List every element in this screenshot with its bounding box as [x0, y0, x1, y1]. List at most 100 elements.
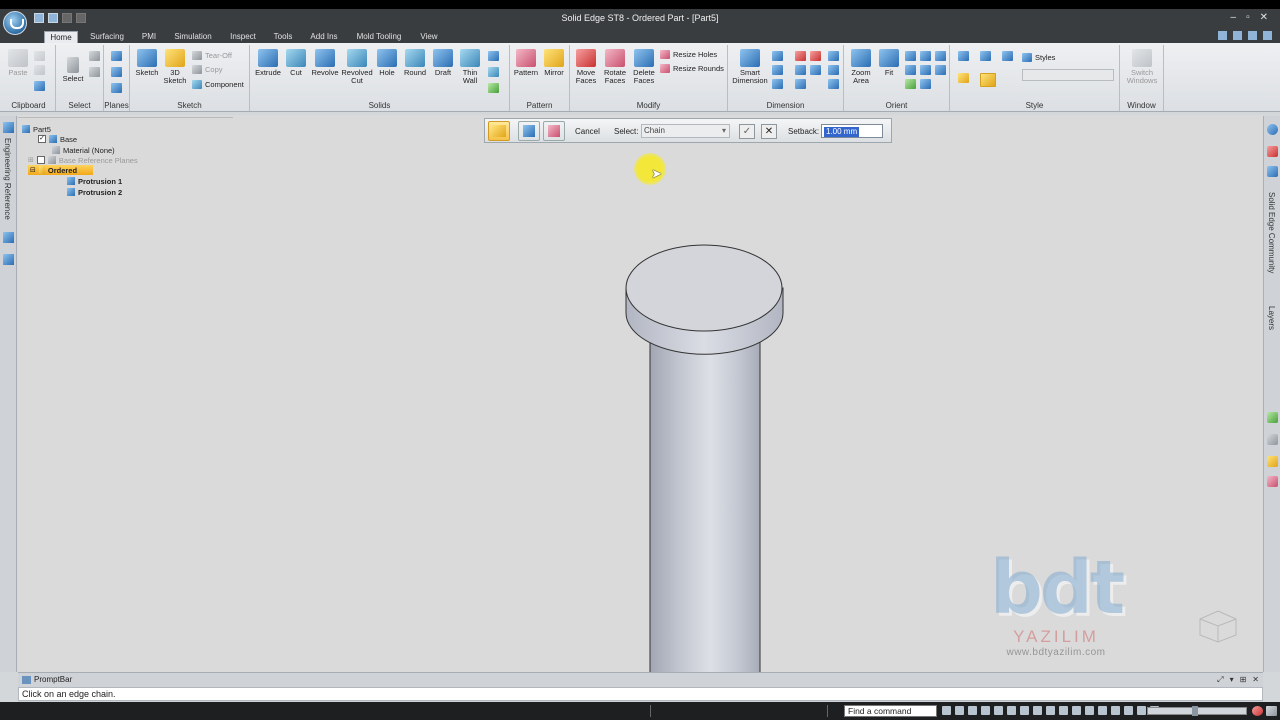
grid-icon[interactable] — [810, 65, 821, 75]
thin-wall-button[interactable]: Thin Wall — [457, 49, 483, 85]
view-3-icon[interactable] — [981, 706, 990, 715]
view-top-icon[interactable] — [935, 65, 946, 75]
maximize-button[interactable]: ▫ — [1246, 12, 1250, 23]
copy-clip-icon[interactable] — [34, 65, 45, 75]
style-dropdown[interactable] — [1022, 69, 1114, 81]
cut-clip-icon[interactable] — [34, 51, 45, 61]
facebook-icon[interactable] — [1267, 166, 1278, 177]
addin-1-icon[interactable] — [1267, 412, 1278, 423]
revolve-button[interactable]: Revolve — [310, 49, 340, 77]
view-2-icon[interactable] — [968, 706, 977, 715]
addin-2-icon[interactable] — [1267, 434, 1278, 445]
text-b-icon[interactable] — [828, 65, 839, 75]
3d-sketch-button[interactable]: 3D Sketch — [162, 49, 188, 85]
draft-button[interactable]: Draft — [431, 49, 455, 77]
select-filter-icon[interactable] — [89, 67, 100, 77]
round-button[interactable]: Round — [401, 49, 429, 77]
format-painter-icon[interactable] — [34, 81, 45, 91]
solids-more-1-icon[interactable] — [488, 51, 499, 61]
wireframe-icon[interactable] — [1002, 51, 1013, 61]
collapse-arrows-icon[interactable]: ⤢ — [1217, 675, 1223, 685]
view-iso-icon[interactable] — [935, 51, 946, 61]
view-4-icon[interactable] — [994, 706, 1003, 715]
engineering-reference-tab[interactable]: Engineering Reference — [3, 138, 12, 220]
menu-icon[interactable] — [1248, 31, 1257, 40]
addin-4-icon[interactable] — [1267, 476, 1278, 487]
zoom-area-button[interactable]: Zoom Area — [848, 49, 874, 85]
mirror-button[interactable]: Mirror — [541, 49, 567, 77]
tear-off-button[interactable]: Tear-Off — [192, 51, 232, 60]
layers-tab[interactable]: Layers — [1267, 306, 1276, 330]
view-5-icon[interactable] — [1085, 706, 1094, 715]
view-named-icon[interactable] — [920, 51, 931, 61]
shaded-icon[interactable] — [958, 51, 969, 61]
head-top-face[interactable] — [625, 244, 783, 332]
view-8-icon[interactable] — [1124, 706, 1133, 715]
coordinate-dim-icon[interactable] — [772, 79, 783, 89]
hole-button[interactable]: Hole — [375, 49, 399, 77]
connect-icon[interactable] — [810, 51, 821, 61]
symmetric-dim-icon[interactable] — [795, 65, 806, 75]
close-icon[interactable]: ✕ — [1252, 675, 1259, 685]
dim-axis-icon[interactable] — [795, 79, 806, 89]
view-override-icon[interactable] — [980, 73, 996, 87]
delete-faces-button[interactable]: Delete Faces — [630, 49, 658, 85]
youtube-icon[interactable] — [1267, 146, 1278, 157]
styles-button[interactable]: Styles — [1022, 53, 1055, 62]
command-arrow-icon[interactable] — [942, 706, 951, 715]
fit-sb-icon[interactable] — [1033, 706, 1042, 715]
extrude-button[interactable]: Extrude — [253, 49, 283, 77]
library-tab-icon[interactable] — [3, 232, 14, 243]
revolved-cut-button[interactable]: Revolved Cut — [341, 49, 373, 85]
text-a-icon[interactable] — [828, 51, 839, 61]
pan-icon[interactable] — [905, 65, 916, 75]
dropdown-icon[interactable]: ▾ — [1230, 675, 1234, 685]
zoom-area-sb-icon[interactable] — [1007, 706, 1016, 715]
distance-between-icon[interactable] — [772, 51, 783, 61]
list-icon[interactable] — [1233, 31, 1242, 40]
pan-sb-icon[interactable] — [1046, 706, 1055, 715]
view-9-icon[interactable] — [1137, 706, 1146, 715]
find-command-input[interactable]: Find a command — [844, 705, 937, 717]
status-more-icon[interactable] — [1266, 706, 1277, 716]
cut-button[interactable]: Cut — [285, 49, 307, 77]
zoom-slider[interactable] — [1147, 706, 1247, 716]
view-6-icon[interactable] — [1098, 706, 1107, 715]
fit-button[interactable]: Fit — [877, 49, 901, 77]
close-button[interactable]: ✕ — [1260, 12, 1268, 23]
minimize-button[interactable]: – — [1231, 12, 1237, 23]
resize-rounds-button[interactable]: Resize Rounds — [660, 64, 724, 73]
solid-edge-community-tab[interactable]: Solid Edge Community — [1267, 192, 1276, 273]
view-sketch-icon[interactable] — [920, 79, 931, 89]
help-circle-icon[interactable] — [1267, 124, 1278, 135]
smart-dimension-button[interactable]: Smart Dimension — [732, 49, 768, 85]
tools-tab-icon[interactable] — [3, 254, 14, 265]
paste-button[interactable]: Paste — [6, 49, 30, 77]
record-icon[interactable] — [1252, 706, 1263, 716]
face-style-icon[interactable] — [958, 73, 969, 83]
application-button[interactable] — [3, 11, 27, 35]
help-options-icon[interactable] — [1218, 31, 1227, 40]
select-button[interactable]: Select — [60, 57, 86, 83]
solids-more-2-icon[interactable] — [488, 67, 499, 77]
rotate-view-icon[interactable] — [905, 79, 916, 89]
spin-sb-icon[interactable] — [1072, 706, 1081, 715]
pathfinder-tab-icon[interactable] — [3, 122, 14, 133]
pattern-button[interactable]: Pattern — [512, 49, 540, 77]
move-faces-button[interactable]: Move Faces — [572, 49, 600, 85]
angle-between-icon[interactable] — [772, 65, 783, 75]
addin-3-icon[interactable] — [1267, 456, 1278, 467]
view-cube-icon[interactable] — [1198, 609, 1238, 643]
view-7-icon[interactable] — [1111, 706, 1120, 715]
view-1-icon[interactable] — [955, 706, 964, 715]
graphics-window[interactable]: Part5 ✓ Base Material (None) ⊞ Base Refere… — [18, 115, 1263, 672]
select-option-icon[interactable] — [89, 51, 100, 61]
shaft-body[interactable] — [649, 314, 761, 672]
rotate-faces-button[interactable]: Rotate Faces — [601, 49, 629, 85]
solids-more-3-icon[interactable] — [488, 83, 499, 93]
plane-offset-icon[interactable] — [111, 67, 122, 77]
help-icon[interactable] — [1263, 31, 1272, 40]
copy-sketch-button[interactable]: Copy — [192, 65, 223, 74]
zoom-icon[interactable] — [905, 51, 916, 61]
zoom-sb-icon[interactable] — [1020, 706, 1029, 715]
